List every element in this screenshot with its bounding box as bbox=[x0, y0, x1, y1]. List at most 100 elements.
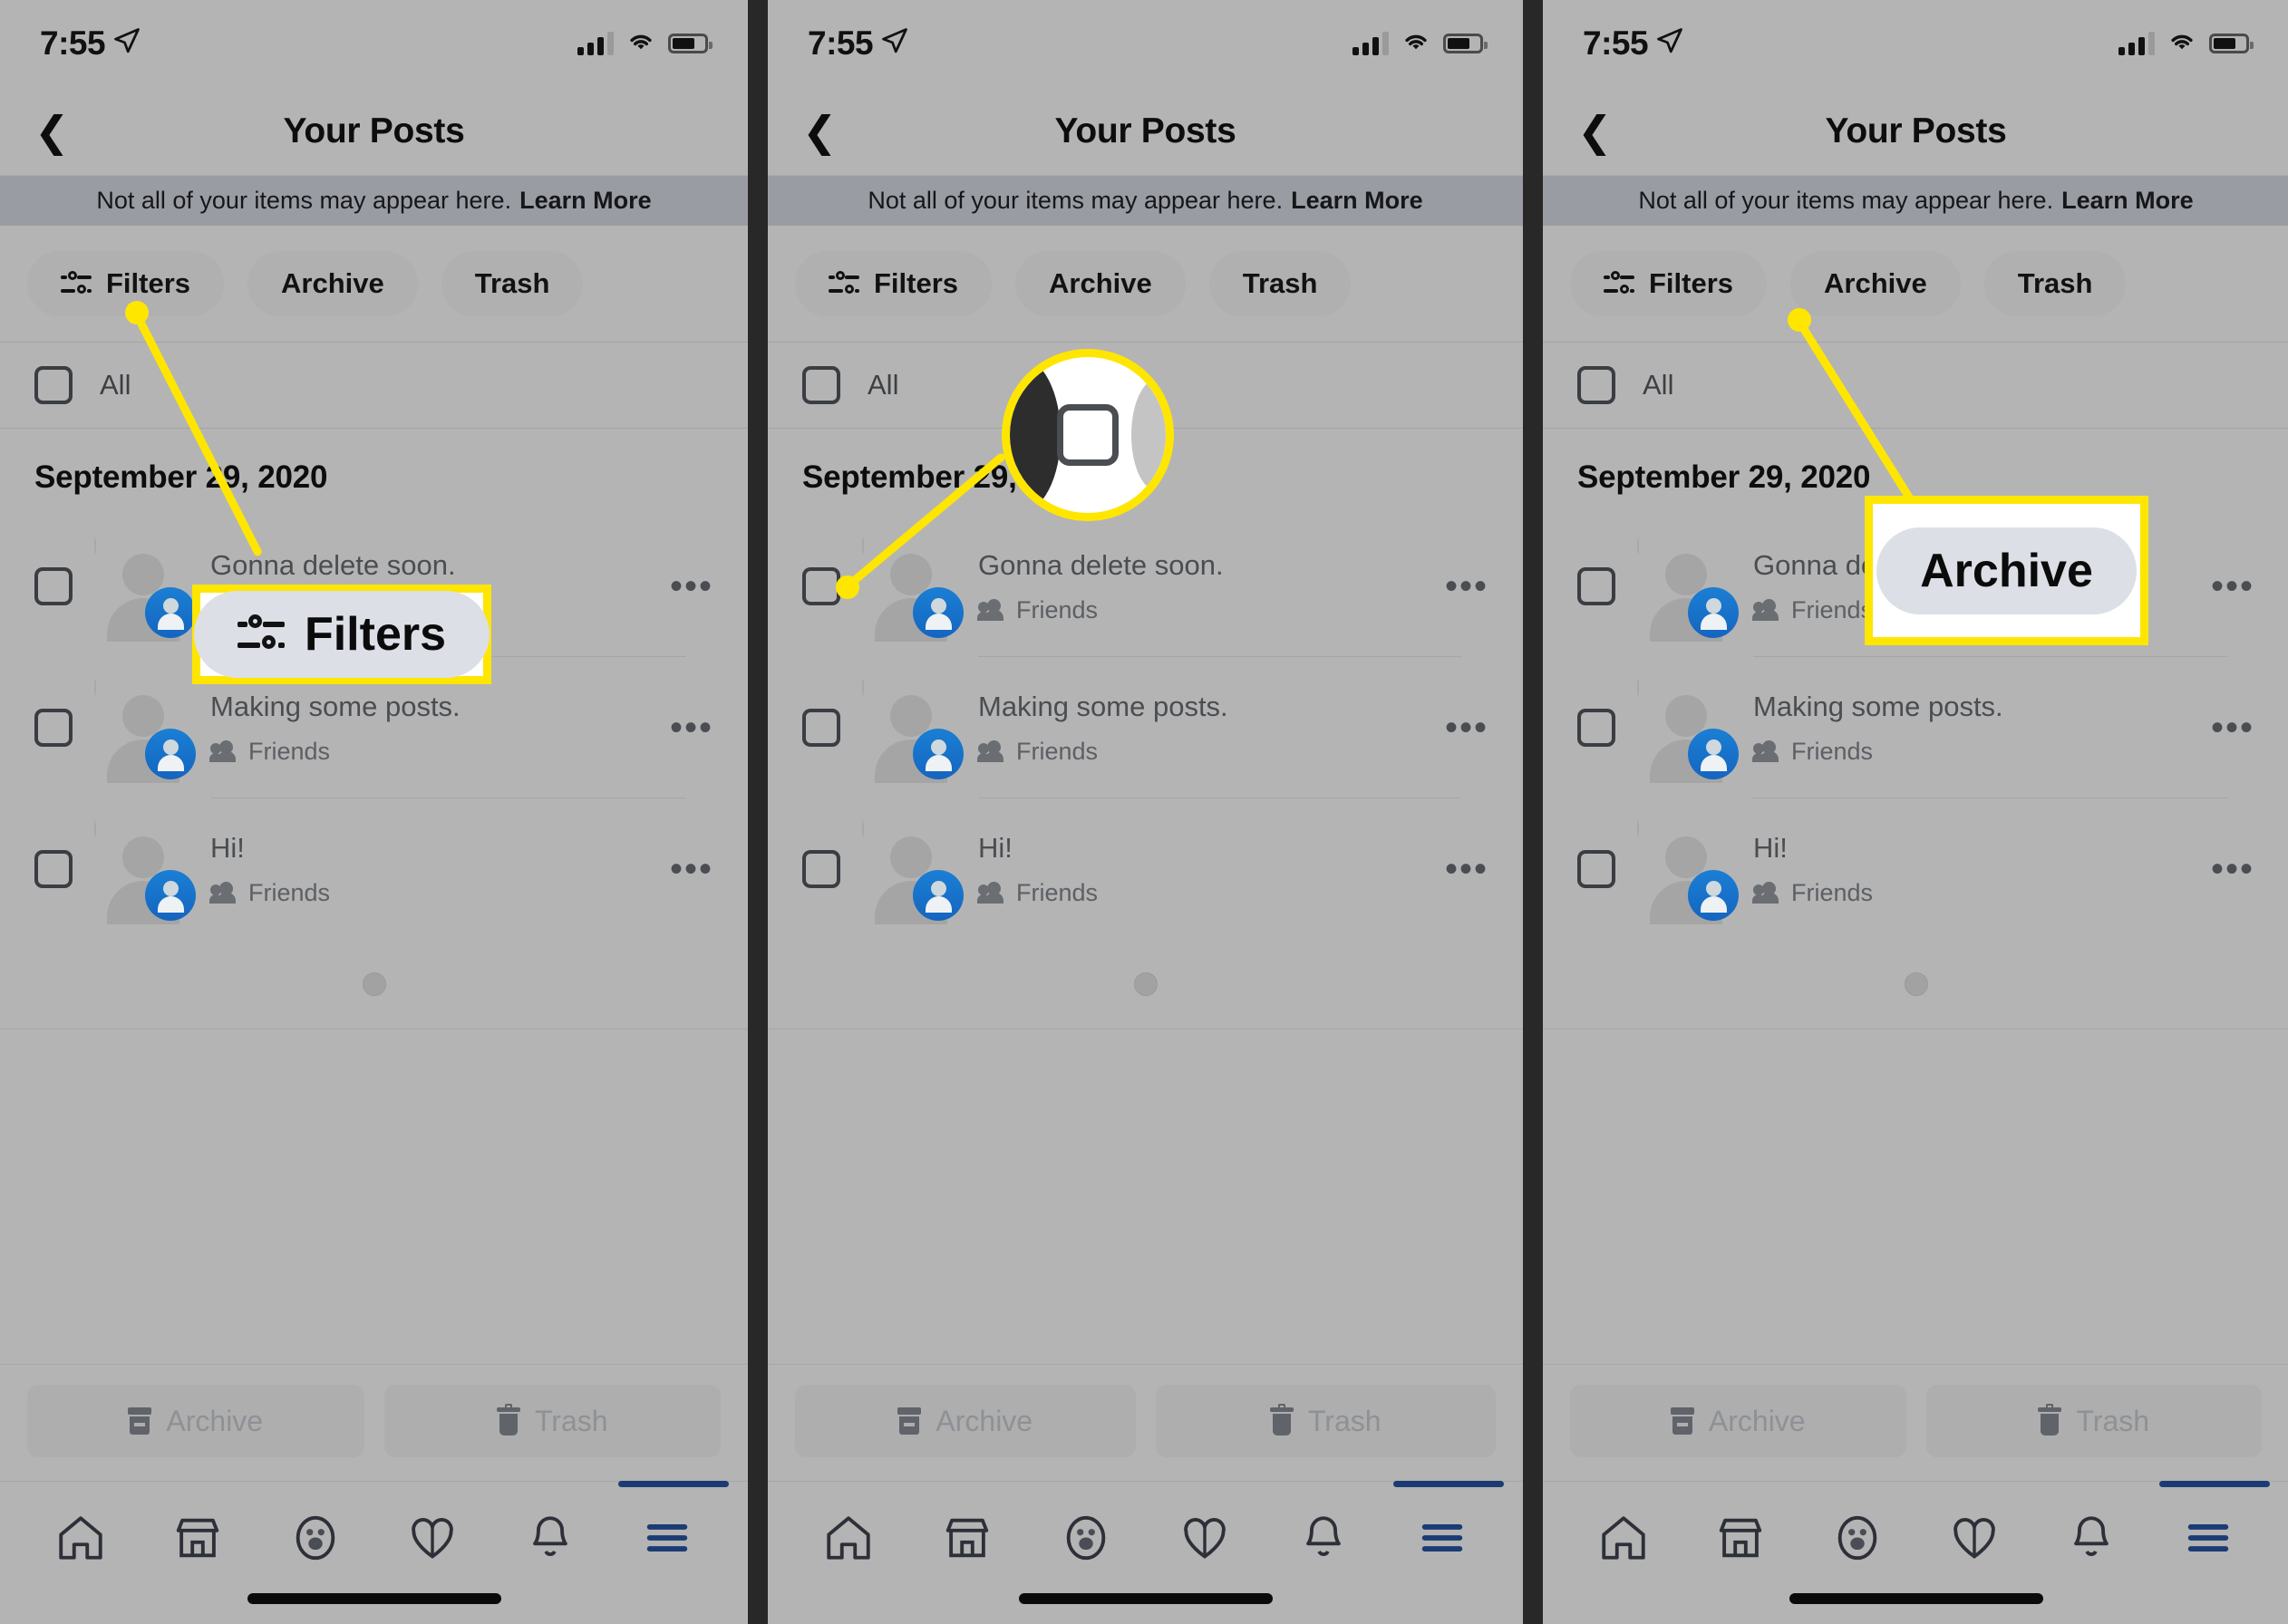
groups-icon[interactable] bbox=[272, 1505, 359, 1571]
archive-box-icon bbox=[128, 1407, 152, 1435]
list-end-divider bbox=[0, 1029, 748, 1030]
back-chevron-icon[interactable]: ❮ bbox=[34, 111, 70, 152]
more-options-icon[interactable]: ••• bbox=[1427, 710, 1488, 746]
notifications-bell-icon[interactable] bbox=[507, 1505, 594, 1571]
notice-banner: Not all of your items may appear here. L… bbox=[768, 175, 1523, 226]
more-options-icon[interactable]: ••• bbox=[2193, 568, 2254, 604]
more-options-icon[interactable]: ••• bbox=[652, 710, 713, 746]
trash-pill[interactable]: Trash bbox=[1208, 251, 1352, 316]
trash-can-icon bbox=[2038, 1403, 2062, 1436]
notifications-bell-icon[interactable] bbox=[1280, 1505, 1367, 1571]
marketplace-icon[interactable] bbox=[1697, 1505, 1784, 1571]
menu-hamburger-icon[interactable] bbox=[2159, 1481, 2271, 1571]
watch-heart-icon[interactable] bbox=[389, 1505, 476, 1571]
select-all-checkbox[interactable] bbox=[1577, 366, 1615, 404]
post-checkbox[interactable] bbox=[802, 709, 840, 747]
post-checkbox[interactable] bbox=[802, 850, 840, 888]
callout-filters-label: Filters bbox=[304, 608, 447, 661]
select-all-checkbox[interactable] bbox=[802, 366, 840, 404]
archive-action-button[interactable]: Archive bbox=[795, 1385, 1136, 1457]
back-chevron-icon[interactable]: ❮ bbox=[802, 111, 838, 152]
post-checkbox[interactable] bbox=[1577, 709, 1615, 747]
archive-pill-label: Archive bbox=[1049, 267, 1152, 299]
marketplace-icon[interactable] bbox=[154, 1505, 241, 1571]
post-content: Making some posts. Friends bbox=[1752, 657, 2227, 798]
post-checkbox[interactable] bbox=[802, 567, 840, 605]
wifi-icon bbox=[626, 31, 655, 57]
avatar bbox=[94, 820, 196, 924]
table-row[interactable]: Hi! Friends ••• bbox=[0, 798, 748, 940]
filter-pill-row: Filters Archive Trash bbox=[0, 226, 748, 343]
archive-pill[interactable]: Archive bbox=[247, 251, 418, 316]
table-row[interactable]: Making some posts. Friends ••• bbox=[768, 657, 1523, 798]
bottom-tab-bar bbox=[768, 1481, 1523, 1624]
more-options-icon[interactable]: ••• bbox=[1427, 851, 1488, 887]
learn-more-link[interactable]: Learn More bbox=[1291, 187, 1423, 215]
learn-more-link[interactable]: Learn More bbox=[519, 187, 652, 215]
post-audience-label: Friends bbox=[1016, 878, 1099, 906]
back-chevron-icon[interactable]: ❮ bbox=[1577, 111, 1613, 152]
annotation-dot bbox=[836, 575, 859, 599]
select-all-row[interactable]: All bbox=[0, 343, 748, 429]
table-row[interactable]: Hi! Friends ••• bbox=[1543, 798, 2288, 940]
post-checkbox[interactable] bbox=[34, 709, 73, 747]
trash-pill[interactable]: Trash bbox=[1983, 251, 2127, 316]
avatar bbox=[1637, 820, 1739, 924]
post-checkbox[interactable] bbox=[1577, 850, 1615, 888]
groups-icon[interactable] bbox=[1042, 1505, 1129, 1571]
table-row[interactable]: Making some posts. Friends ••• bbox=[1543, 657, 2288, 798]
post-audience-label: Friends bbox=[248, 737, 331, 765]
page-title: Your Posts bbox=[1054, 111, 1236, 150]
profile-badge-icon bbox=[913, 587, 964, 638]
friends-people-icon bbox=[209, 882, 238, 904]
archive-pill[interactable]: Archive bbox=[1015, 251, 1186, 316]
filters-pill[interactable]: Filters bbox=[1570, 251, 1768, 316]
post-checkbox[interactable] bbox=[34, 850, 73, 888]
location-arrow-icon bbox=[881, 24, 908, 63]
friends-people-icon bbox=[977, 882, 1005, 904]
archive-box-icon bbox=[897, 1407, 922, 1435]
marketplace-icon[interactable] bbox=[924, 1505, 1011, 1571]
table-row[interactable]: Hi! Friends ••• bbox=[768, 798, 1523, 940]
trash-pill[interactable]: Trash bbox=[441, 251, 584, 316]
post-text: Hi! bbox=[1753, 831, 1788, 864]
panel-2-checkbox: 7:55 ❮ Your Posts Not all of your items … bbox=[768, 0, 1523, 1624]
archive-action-button[interactable]: Archive bbox=[1570, 1385, 1906, 1457]
more-options-icon[interactable]: ••• bbox=[2193, 851, 2254, 887]
loading-dot bbox=[1133, 972, 1158, 996]
post-audience: Friends bbox=[1752, 879, 2193, 907]
notifications-bell-icon[interactable] bbox=[2048, 1505, 2135, 1571]
home-icon[interactable] bbox=[37, 1505, 124, 1571]
select-all-row[interactable]: All bbox=[1543, 343, 2288, 429]
table-row[interactable]: Gonna delete soon. Friends ••• bbox=[768, 516, 1523, 657]
more-options-icon[interactable]: ••• bbox=[652, 851, 713, 887]
profile-badge-icon bbox=[145, 587, 196, 638]
learn-more-link[interactable]: Learn More bbox=[2061, 187, 2194, 215]
magnified-checkbox bbox=[1057, 404, 1119, 466]
post-text: Making some posts. bbox=[1753, 690, 2003, 722]
default-avatar-icon bbox=[862, 820, 947, 924]
trash-action-button[interactable]: Trash bbox=[1925, 1385, 2262, 1457]
menu-hamburger-icon[interactable] bbox=[1392, 1481, 1504, 1571]
post-checkbox[interactable] bbox=[34, 567, 73, 605]
home-icon[interactable] bbox=[805, 1505, 892, 1571]
archive-pill[interactable]: Archive bbox=[1790, 251, 1961, 316]
watch-heart-icon[interactable] bbox=[1161, 1505, 1248, 1571]
post-checkbox[interactable] bbox=[1577, 567, 1615, 605]
trash-action-button[interactable]: Trash bbox=[1155, 1385, 1496, 1457]
more-options-icon[interactable]: ••• bbox=[1427, 568, 1488, 604]
more-options-icon[interactable]: ••• bbox=[2193, 710, 2254, 746]
groups-icon[interactable] bbox=[1814, 1505, 1901, 1571]
menu-hamburger-icon[interactable] bbox=[618, 1481, 730, 1571]
trash-action-button[interactable]: Trash bbox=[383, 1385, 721, 1457]
post-text: Hi! bbox=[978, 831, 1013, 864]
avatar bbox=[1637, 679, 1739, 783]
home-icon[interactable] bbox=[1580, 1505, 1667, 1571]
watch-heart-icon[interactable] bbox=[1931, 1505, 2018, 1571]
friends-people-icon bbox=[1752, 599, 1780, 621]
archive-action-button[interactable]: Archive bbox=[27, 1385, 364, 1457]
avatar bbox=[94, 679, 196, 783]
more-options-icon[interactable]: ••• bbox=[652, 568, 713, 604]
filters-pill[interactable]: Filters bbox=[795, 251, 993, 316]
select-all-checkbox[interactable] bbox=[34, 366, 73, 404]
